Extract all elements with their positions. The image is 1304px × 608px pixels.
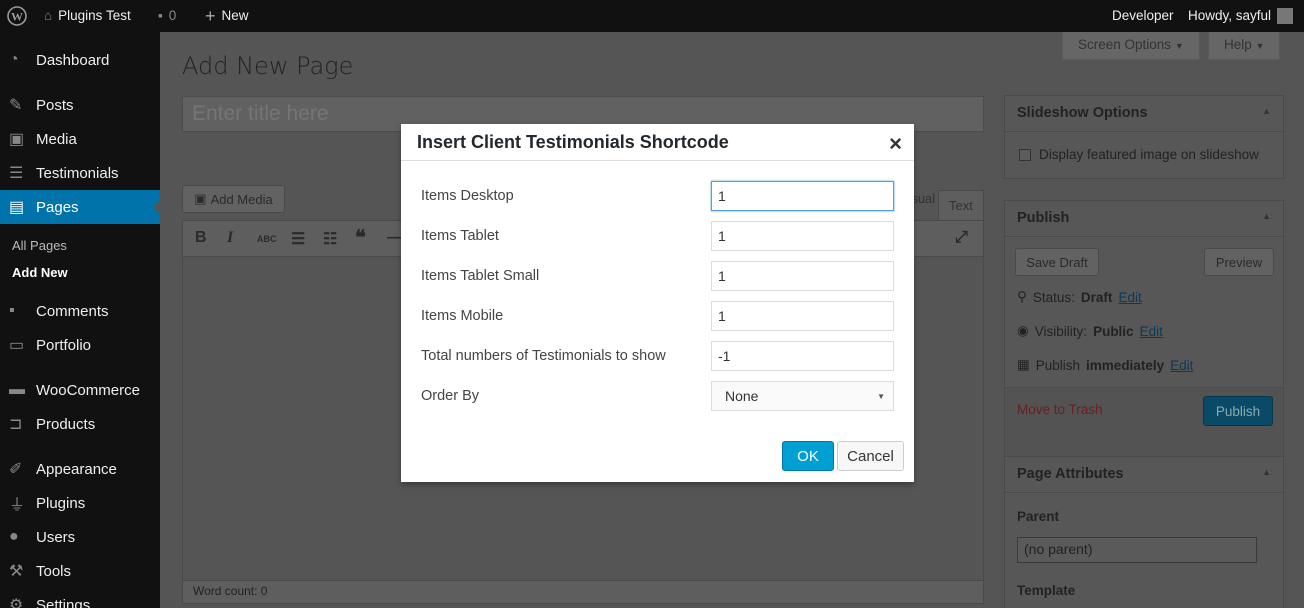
field-total-testimonials: Total numbers of Testimonials to show (421, 341, 894, 371)
items-tablet-small-input[interactable] (711, 261, 894, 291)
field-items-mobile: Items Mobile (421, 301, 894, 331)
close-icon[interactable]: × (889, 131, 902, 157)
ok-button[interactable]: OK (782, 441, 834, 471)
field-items-tablet-small: Items Tablet Small (421, 261, 894, 291)
field-order-by: Order By None ▼ (421, 381, 894, 411)
dialog-title: Insert Client Testimonials Shortcode (417, 131, 729, 152)
shortcode-dialog: Insert Client Testimonials Shortcode × I… (401, 124, 914, 482)
order-by-select[interactable]: None ▼ (711, 381, 894, 411)
cancel-button[interactable]: Cancel (837, 441, 904, 471)
total-testimonials-input[interactable] (711, 341, 894, 371)
field-items-tablet: Items Tablet (421, 221, 894, 251)
chevron-down-icon: ▼ (877, 391, 885, 401)
items-mobile-input[interactable] (711, 301, 894, 331)
field-items-desktop: Items Desktop (421, 181, 894, 211)
dialog-header: Insert Client Testimonials Shortcode (401, 124, 914, 161)
items-tablet-input[interactable] (711, 221, 894, 251)
items-desktop-input[interactable] (711, 181, 894, 211)
